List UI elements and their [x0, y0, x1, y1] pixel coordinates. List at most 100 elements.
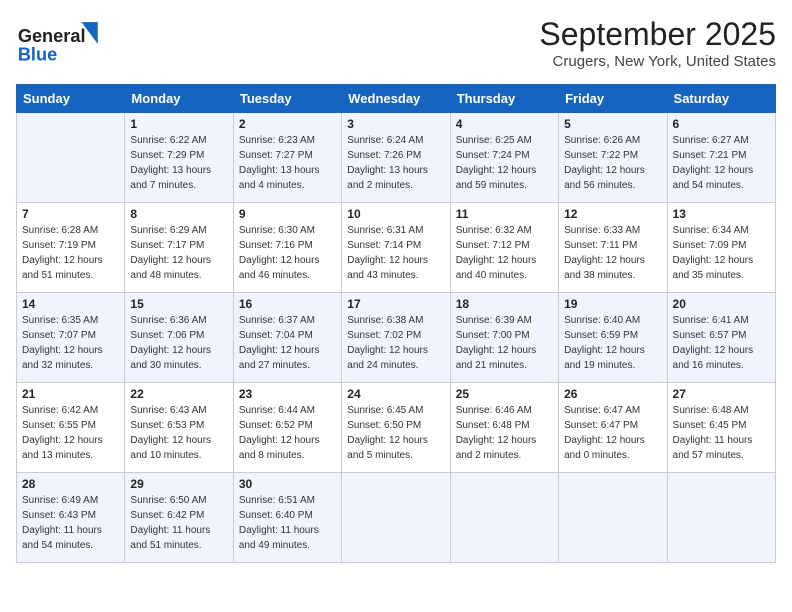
cell-info: Sunrise: 6:26 AMSunset: 7:22 PMDaylight:…: [564, 133, 661, 193]
day-number: 18: [456, 297, 553, 311]
calendar-cell: [667, 473, 775, 563]
day-number: 5: [564, 117, 661, 131]
day-number: 19: [564, 297, 661, 311]
day-number: 7: [22, 207, 119, 221]
day-number: 8: [130, 207, 227, 221]
day-number: 23: [239, 387, 336, 401]
cell-info: Sunrise: 6:47 AMSunset: 6:47 PMDaylight:…: [564, 403, 661, 463]
cell-info: Sunrise: 6:29 AMSunset: 7:17 PMDaylight:…: [130, 223, 227, 283]
day-number: 11: [456, 207, 553, 221]
day-number: 3: [347, 117, 444, 131]
calendar-cell: 17Sunrise: 6:38 AMSunset: 7:02 PMDayligh…: [342, 293, 450, 383]
cell-info: Sunrise: 6:34 AMSunset: 7:09 PMDaylight:…: [673, 223, 770, 283]
day-number: 12: [564, 207, 661, 221]
header-tuesday: Tuesday: [233, 85, 341, 113]
calendar-week-3: 14Sunrise: 6:35 AMSunset: 7:07 PMDayligh…: [17, 293, 776, 383]
calendar-week-2: 7Sunrise: 6:28 AMSunset: 7:19 PMDaylight…: [17, 203, 776, 293]
cell-info: Sunrise: 6:22 AMSunset: 7:29 PMDaylight:…: [130, 133, 227, 193]
day-number: 16: [239, 297, 336, 311]
header-friday: Friday: [559, 85, 667, 113]
location: Crugers, New York, United States: [539, 53, 776, 70]
cell-info: Sunrise: 6:39 AMSunset: 7:00 PMDaylight:…: [456, 313, 553, 373]
cell-info: Sunrise: 6:48 AMSunset: 6:45 PMDaylight:…: [673, 403, 770, 463]
day-number: 4: [456, 117, 553, 131]
cell-info: Sunrise: 6:30 AMSunset: 7:16 PMDaylight:…: [239, 223, 336, 283]
cell-info: Sunrise: 6:33 AMSunset: 7:11 PMDaylight:…: [564, 223, 661, 283]
calendar-cell: 12 Sunrise: 6:33 AMSunset: 7:11 PMDayligh…: [559, 203, 667, 293]
day-number: 30: [239, 477, 336, 491]
calendar-cell: 15 Sunrise: 6:36 AMSunset: 7:06 PMDayligh…: [125, 293, 233, 383]
header-wednesday: Wednesday: [342, 85, 450, 113]
calendar-cell: 29Sunrise: 6:50 AMSunset: 6:42 PMDayligh…: [125, 473, 233, 563]
logo: General Blue: [16, 16, 116, 76]
calendar-cell: 4 Sunrise: 6:25 AMSunset: 7:24 PMDaylight…: [450, 113, 558, 203]
cell-info: Sunrise: 6:43 AMSunset: 6:53 PMDaylight:…: [130, 403, 227, 463]
svg-text:General: General: [18, 26, 86, 46]
cell-info: Sunrise: 6:45 AMSunset: 6:50 PMDaylight:…: [347, 403, 444, 463]
day-number: 14: [22, 297, 119, 311]
day-number: 28: [22, 477, 119, 491]
header-monday: Monday: [125, 85, 233, 113]
page-header: General Blue September 2025 Crugers, New…: [16, 16, 776, 76]
calendar-cell: 28 Sunrise: 6:49 AMSunset: 6:43 PMDayligh…: [17, 473, 125, 563]
cell-info: Sunrise: 6:32 AMSunset: 7:12 PMDaylight:…: [456, 223, 553, 283]
calendar-cell: 16 Sunrise: 6:37 AMSunset: 7:04 PMDayligh…: [233, 293, 341, 383]
cell-info: Sunrise: 6:46 AMSunset: 6:48 PMDaylight:…: [456, 403, 553, 463]
cell-info: Sunrise: 6:37 AMSunset: 7:04 PMDaylight:…: [239, 313, 336, 373]
day-number: 13: [673, 207, 770, 221]
calendar-cell: 24 Sunrise: 6:45 AMSunset: 6:50 PMDayligh…: [342, 383, 450, 473]
day-number: 21: [22, 387, 119, 401]
calendar-cell: 10 Sunrise: 6:31 AMSunset: 7:14 PMDayligh…: [342, 203, 450, 293]
day-number: 1: [130, 117, 227, 131]
cell-info: Sunrise: 6:25 AMSunset: 7:24 PMDaylight:…: [456, 133, 553, 193]
cell-info: Sunrise: 6:36 AMSunset: 7:06 PMDaylight:…: [130, 313, 227, 373]
calendar-cell: 11 Sunrise: 6:32 AMSunset: 7:12 PMDayligh…: [450, 203, 558, 293]
svg-text:Blue: Blue: [18, 44, 57, 64]
calendar-cell: 7Sunrise: 6:28 AMSunset: 7:19 PMDaylight…: [17, 203, 125, 293]
cell-info: Sunrise: 6:40 AMSunset: 6:59 PMDaylight:…: [564, 313, 661, 373]
calendar-cell: 8 Sunrise: 6:29 AMSunset: 7:17 PMDaylight…: [125, 203, 233, 293]
calendar-cell: 9 Sunrise: 6:30 AMSunset: 7:16 PMDaylight…: [233, 203, 341, 293]
calendar-cell: 27Sunrise: 6:48 AMSunset: 6:45 PMDayligh…: [667, 383, 775, 473]
calendar-cell: 25Sunrise: 6:46 AMSunset: 6:48 PMDayligh…: [450, 383, 558, 473]
calendar-cell: [450, 473, 558, 563]
calendar-cell: 21 Sunrise: 6:42 AMSunset: 6:55 PMDayligh…: [17, 383, 125, 473]
calendar-cell: 19 Sunrise: 6:40 AMSunset: 6:59 PMDayligh…: [559, 293, 667, 383]
day-number: 29: [130, 477, 227, 491]
day-number: 15: [130, 297, 227, 311]
calendar-cell: 23 Sunrise: 6:44 AMSunset: 6:52 PMDayligh…: [233, 383, 341, 473]
calendar-cell: 22 Sunrise: 6:43 AMSunset: 6:53 PMDayligh…: [125, 383, 233, 473]
day-number: 24: [347, 387, 444, 401]
calendar-cell: 14Sunrise: 6:35 AMSunset: 7:07 PMDayligh…: [17, 293, 125, 383]
calendar-week-1: 1 Sunrise: 6:22 AMSunset: 7:29 PMDaylight…: [17, 113, 776, 203]
day-number: 9: [239, 207, 336, 221]
calendar-cell: 2 Sunrise: 6:23 AMSunset: 7:27 PMDaylight…: [233, 113, 341, 203]
calendar-week-5: 28 Sunrise: 6:49 AMSunset: 6:43 PMDayligh…: [17, 473, 776, 563]
cell-info: Sunrise: 6:44 AMSunset: 6:52 PMDaylight:…: [239, 403, 336, 463]
calendar-header-row: SundayMondayTuesdayWednesdayThursdayFrid…: [17, 85, 776, 113]
header-thursday: Thursday: [450, 85, 558, 113]
day-number: 22: [130, 387, 227, 401]
calendar-cell: 5 Sunrise: 6:26 AMSunset: 7:22 PMDaylight…: [559, 113, 667, 203]
calendar-cell: 13 Sunrise: 6:34 AMSunset: 7:09 PMDayligh…: [667, 203, 775, 293]
day-number: 2: [239, 117, 336, 131]
calendar-cell: [17, 113, 125, 203]
day-number: 10: [347, 207, 444, 221]
day-number: 20: [673, 297, 770, 311]
cell-info: Sunrise: 6:49 AMSunset: 6:43 PMDaylight:…: [22, 493, 119, 553]
cell-info: Sunrise: 6:51 AMSunset: 6:40 PMDaylight:…: [239, 493, 336, 553]
calendar-cell: 6 Sunrise: 6:27 AMSunset: 7:21 PMDaylight…: [667, 113, 775, 203]
day-number: 26: [564, 387, 661, 401]
logo-svg: General Blue: [16, 16, 116, 71]
calendar-week-4: 21 Sunrise: 6:42 AMSunset: 6:55 PMDayligh…: [17, 383, 776, 473]
month-title: September 2025: [539, 16, 776, 53]
calendar-cell: [342, 473, 450, 563]
cell-info: Sunrise: 6:42 AMSunset: 6:55 PMDaylight:…: [22, 403, 119, 463]
header-saturday: Saturday: [667, 85, 775, 113]
day-number: 6: [673, 117, 770, 131]
calendar-cell: 18 Sunrise: 6:39 AMSunset: 7:00 PMDayligh…: [450, 293, 558, 383]
header-sunday: Sunday: [17, 85, 125, 113]
cell-info: Sunrise: 6:23 AMSunset: 7:27 PMDaylight:…: [239, 133, 336, 193]
cell-info: Sunrise: 6:31 AMSunset: 7:14 PMDaylight:…: [347, 223, 444, 283]
cell-info: Sunrise: 6:27 AMSunset: 7:21 PMDaylight:…: [673, 133, 770, 193]
